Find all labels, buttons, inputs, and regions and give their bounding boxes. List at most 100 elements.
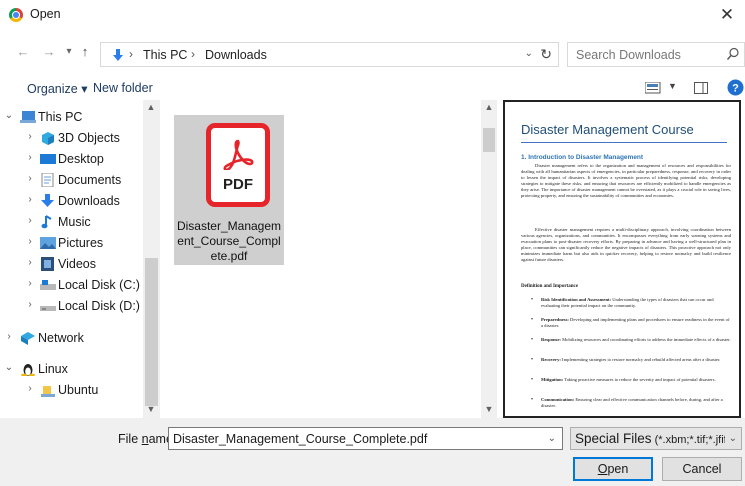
scroll-down-arrow-icon[interactable]: ▼ (143, 404, 159, 414)
downloads-icon (41, 194, 54, 207)
tree-item-label: Linux (38, 362, 68, 376)
videos-icon (41, 257, 54, 271)
collapsed-chevron-icon[interactable]: › (25, 278, 35, 289)
doc-bullet: Recovery: Implementing strategies to res… (531, 357, 731, 363)
file-type-value: Special Files (*.xbm;*.tif;*.jfif;*. (575, 431, 725, 446)
pc-icon (20, 111, 36, 123)
breadcrumb-downloads[interactable]: Downloads (205, 48, 267, 62)
tree-item-label: Network (38, 331, 84, 345)
preview-pane: Disaster Management Course 1. Introducti… (500, 100, 745, 418)
doc-title-rule (521, 142, 727, 143)
tree-item-ubuntu[interactable]: › Ubuntu (0, 380, 143, 401)
acrobat-logo-icon (223, 139, 254, 170)
up-arrow-icon[interactable]: ↑ (76, 43, 94, 61)
chrome-app-icon (9, 8, 23, 22)
tree-item-desktop[interactable]: › Desktop (0, 149, 143, 170)
pdf-badge: PDF (223, 176, 253, 193)
doc-bullet: Response: Mobilizing resources and coord… (531, 337, 731, 343)
expanded-chevron-icon[interactable]: ⌄ (4, 110, 14, 121)
file-name: Disaster_Management_Course_Complete.pdf (176, 219, 282, 263)
window-title: Open (30, 7, 61, 21)
documents-icon (41, 173, 54, 187)
collapsed-chevron-icon[interactable]: › (4, 331, 14, 342)
address-bar[interactable]: › This PC › Downloads ⌄ ↻ (100, 42, 559, 67)
3d-objects-icon (42, 132, 54, 145)
tree-item-linux[interactable]: ⌄ Linux (0, 359, 143, 380)
cancel-button[interactable]: Cancel (662, 457, 742, 481)
forward-arrow-icon[interactable]: → (40, 43, 58, 61)
svg-text:?: ? (732, 83, 739, 95)
disk-icon (40, 280, 56, 290)
tree-item-3d-objects[interactable]: › 3D Objects (0, 128, 143, 149)
tree-item-downloads[interactable]: › Downloads (0, 191, 143, 212)
doc-bullet: Mitigation: Taking proactive measures to… (531, 377, 731, 383)
pdf-file-icon: PDF (206, 123, 270, 207)
pictures-icon (40, 237, 56, 249)
file-list-scrollbar[interactable]: ▲ ▼ (481, 100, 497, 418)
new-folder-button[interactable]: New folder (93, 81, 153, 95)
nav-pane-scrollbar[interactable]: ▲ ▼ (143, 100, 160, 418)
doc-bullet: Communication: Ensuring clear and effect… (531, 397, 731, 409)
address-dropdown-chevron-icon[interactable]: ⌄ (525, 48, 533, 59)
tree-item-local-disk-d[interactable]: › Local Disk (D:) (0, 296, 143, 317)
tree-item-videos[interactable]: › Videos (0, 254, 143, 275)
scroll-up-arrow-icon[interactable]: ▲ (143, 102, 159, 112)
file-item-pdf[interactable]: PDF Disaster_Management_Course_Complete.… (174, 115, 284, 265)
tree-item-label: Desktop (58, 152, 104, 166)
view-options-icon[interactable] (645, 82, 661, 94)
search-icon[interactable] (726, 47, 740, 61)
file-list: PDF Disaster_Management_Course_Complete.… (160, 100, 497, 418)
tree-item-local-disk-c[interactable]: › Local Disk (C:) (0, 275, 143, 296)
collapsed-chevron-icon[interactable]: › (25, 194, 35, 205)
breadcrumb-separator: › (129, 47, 133, 61)
tree-item-label: 3D Objects (58, 131, 120, 145)
pdf-preview-page: Disaster Management Course 1. Introducti… (503, 100, 741, 418)
tree-item-label: Local Disk (C:) (58, 278, 140, 292)
ubuntu-folder-icon (41, 386, 55, 397)
file-name-input[interactable]: Disaster_Management_Course_Complete.pdf … (168, 427, 563, 450)
collapsed-chevron-icon[interactable]: › (25, 215, 35, 226)
open-button[interactable]: Open (573, 457, 653, 481)
expanded-chevron-icon[interactable]: ⌄ (4, 362, 14, 373)
tree-item-label: This PC (38, 110, 83, 124)
close-icon[interactable]: ✕ (715, 3, 739, 27)
file-name-dropdown-chevron-icon[interactable]: ⌄ (548, 433, 556, 444)
desktop-icon (40, 154, 56, 164)
network-icon (21, 332, 35, 345)
tree-item-pictures[interactable]: › Pictures (0, 233, 143, 254)
scroll-down-arrow-icon[interactable]: ▼ (481, 404, 497, 414)
file-type-dropdown-chevron-icon[interactable]: ⌄ (729, 433, 737, 444)
scroll-up-arrow-icon[interactable]: ▲ (481, 102, 497, 112)
tree-item-network[interactable]: › Network (0, 328, 143, 349)
collapsed-chevron-icon[interactable]: › (25, 383, 35, 394)
doc-subheading: Definition and Importance (521, 284, 578, 289)
file-type-select[interactable]: Special Files (*.xbm;*.tif;*.jfif;*. ⌄ (570, 427, 742, 450)
collapsed-chevron-icon[interactable]: › (25, 257, 35, 268)
back-arrow-icon[interactable]: ← (14, 43, 32, 61)
navigation-pane: ⌄ This PC › 3D Objects › Desktop › Docum… (0, 100, 160, 418)
tree-item-label: Music (58, 215, 91, 229)
collapsed-chevron-icon[interactable]: › (25, 173, 35, 184)
refresh-icon[interactable]: ↻ (540, 46, 552, 63)
tree-item-label: Videos (58, 257, 96, 271)
tree-item-label: Local Disk (D:) (58, 299, 140, 313)
command-bar: Organize ▾ New folder ▼ ? (0, 72, 745, 102)
collapsed-chevron-icon[interactable]: › (25, 236, 35, 247)
view-dropdown-chevron-icon[interactable]: ▼ (668, 81, 677, 91)
breadcrumb-this-pc[interactable]: This PC (143, 48, 187, 62)
organize-button[interactable]: Organize ▾ (27, 81, 87, 96)
scrollbar-thumb[interactable] (145, 258, 158, 406)
collapsed-chevron-icon[interactable]: › (25, 131, 35, 142)
preview-pane-icon[interactable] (694, 82, 708, 94)
scrollbar-thumb[interactable] (483, 128, 495, 152)
doc-title: Disaster Management Course (521, 122, 694, 137)
help-icon[interactable]: ? (727, 79, 744, 96)
collapsed-chevron-icon[interactable]: › (25, 299, 35, 310)
collapsed-chevron-icon[interactable]: › (25, 152, 35, 163)
downloads-icon (113, 49, 123, 61)
tree-item-this-pc[interactable]: ⌄ This PC (0, 107, 143, 128)
tree-item-documents[interactable]: › Documents (0, 170, 143, 191)
search-input[interactable]: Search Downloads (567, 42, 745, 67)
tree-item-music[interactable]: › Music (0, 212, 143, 233)
disk-icon (40, 306, 56, 311)
